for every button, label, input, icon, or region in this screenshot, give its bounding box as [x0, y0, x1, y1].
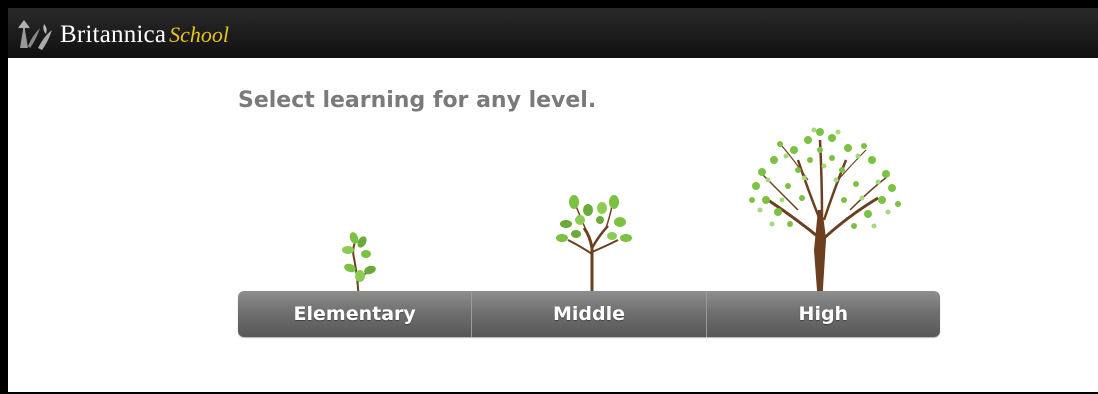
level-selector: Elementary Middle High: [238, 291, 940, 337]
page-heading: Select learning for any level.: [238, 88, 597, 113]
britannica-school-logo[interactable]: Britannica School: [14, 18, 229, 52]
brand-name: Britannica: [60, 21, 167, 48]
full-tree-icon: [749, 127, 901, 304]
top-bar: Britannica School: [8, 8, 1098, 58]
young-tree-icon: [556, 195, 632, 304]
brand-subtitle: School: [169, 22, 230, 47]
thistle-icon: [18, 20, 52, 50]
elementary-button[interactable]: Elementary: [238, 291, 471, 337]
high-button[interactable]: High: [705, 291, 940, 337]
app-frame: Britannica School Select learning for an…: [0, 0, 1098, 394]
middle-button[interactable]: Middle: [471, 291, 705, 337]
